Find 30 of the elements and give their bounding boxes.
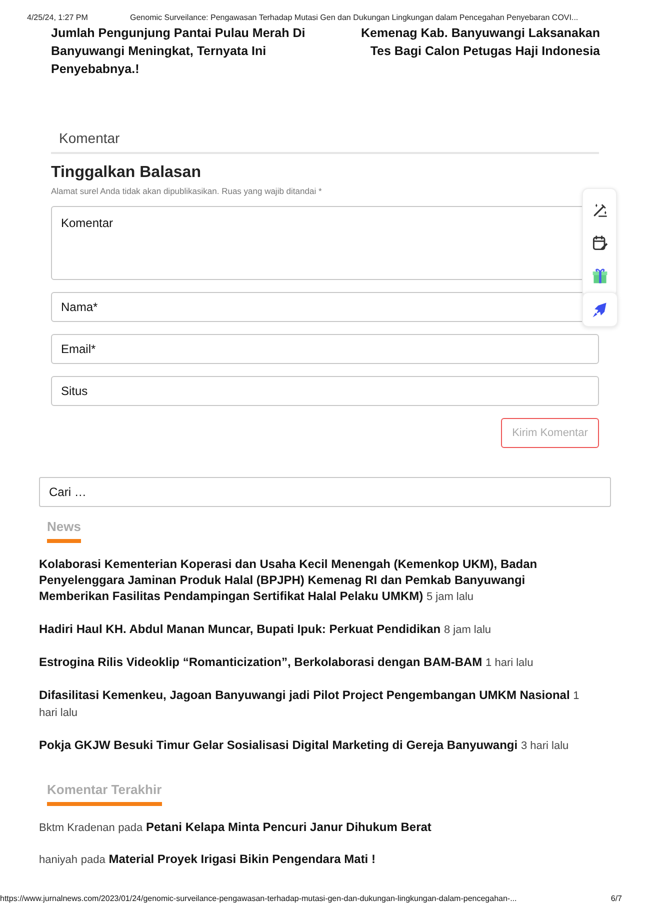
- form-note: Alamat surel Anda tidak akan dipublikasikan. Ruas yang wajib ditandai *: [51, 186, 323, 196]
- previous-post-link[interactable]: Jumlah Pengunjung Pantai Pulau Merah Di Banyuwangi Meningkat, Ternyata Ini Penyebabnya.!: [51, 24, 306, 78]
- news-item[interactable]: Difasilitasi Kemenkeu, Jagoan Banyuwangi jadi Pilot Project Pengembangan UMKM Nasional 1 hari lalu: [39, 687, 589, 721]
- news-item[interactable]: Estrogina Rilis Videoklip “Romanticization”, Berkolaborasi dengan BAM-BAM 1 hari lalu: [39, 654, 589, 671]
- print-url: https://www.jurnalnews.com/2023/01/24/genomic-surveilance-pengawasan-terhadap-mutasi-gen-dan-dukungan-lingkungan-dalam-pencegahan-...: [0, 894, 517, 903]
- widget-title: News: [47, 519, 81, 534]
- input-field[interactable]: Situs: [51, 376, 599, 406]
- next-post-link[interactable]: Kemenag Kab. Banyuwangi Laksanakan Tes Bagi Calon Petugas Haji Indonesia: [338, 24, 600, 78]
- input-field[interactable]: Email*: [51, 334, 599, 364]
- news-item[interactable]: Kolaborasi Kementerian Koperasi dan Usaha Kecil Menengah (Kemenkop UKM), Badan Penyelenggara Jaminan Produk Halal (BPJPH) Kemenag RI dan Pemkab Banyuwangi Memberikan Fasilitas Pendampingan Sertifikat Halal Pelaku UMKM) 5 jam lalu: [39, 556, 589, 605]
- comments-tab[interactable]: Komentar: [59, 130, 120, 146]
- comment-connector: pada: [118, 822, 143, 834]
- search-field[interactable]: Cari …: [39, 477, 611, 507]
- print-title: Genomic Surveilance: Pengawasan Terhadap Mutasi Gen dan Dukungan Lingkungan dalam Pencegahan Penyebaran COVI...: [130, 13, 578, 24]
- reply-heading: Tinggalkan Balasan: [51, 164, 202, 182]
- launcher-menu[interactable]: [582, 292, 618, 327]
- comment-connector: pada: [80, 854, 106, 866]
- comment-post-link[interactable]: Material Proyek Irigasi Bikin Pengendara Mati !: [108, 852, 376, 866]
- comment-author: haniyah: [39, 854, 78, 866]
- page-number: 6/7: [610, 894, 622, 903]
- rocket-icon: [591, 300, 609, 318]
- gift-icon[interactable]: [590, 266, 608, 284]
- print-date: 4/25/24, 1:27 PM: [27, 13, 89, 24]
- title-underline: [47, 539, 81, 543]
- news-item[interactable]: Pokja GKJW Besuki Timur Gelar Sosialisasi Digital Marketing di Gereja Banyuwangi 3 hari lalu: [39, 737, 589, 754]
- comment-author: Bktm Kradenan: [39, 822, 115, 834]
- news-item[interactable]: Hadiri Haul KH. Abdul Manan Muncar, Bupati Ipuk: Perkuat Pendidikan 8 jam lalu: [39, 621, 589, 638]
- widget-title: Komentar Terakhir: [47, 782, 162, 797]
- comment-post-link[interactable]: Petani Kelapa Minta Pencuri Janur Dihukum Berat: [146, 820, 432, 834]
- calendar-icon[interactable]: [590, 234, 608, 252]
